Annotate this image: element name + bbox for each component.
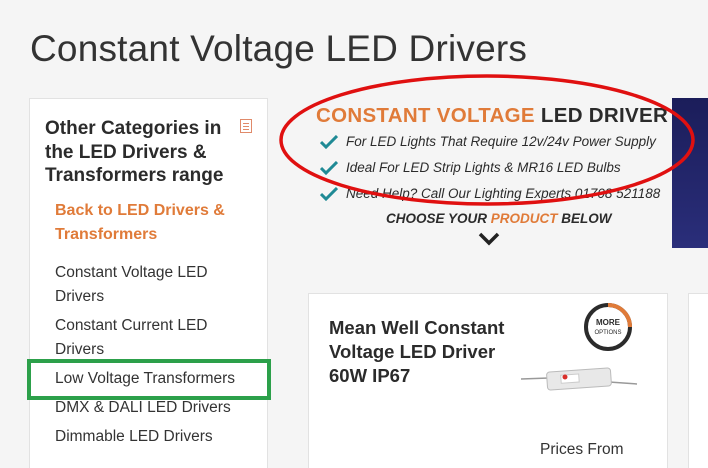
chevron-down-icon[interactable] xyxy=(478,232,500,246)
sidebar-heading: Other Categories in the LED Drivers & Tr… xyxy=(45,118,224,186)
product-card-next[interactable] xyxy=(688,293,708,468)
more-options-text-1: MORE xyxy=(596,318,621,327)
category-item-dimmable[interactable]: Dimmable LED Drivers xyxy=(55,425,260,449)
category-item-constant-current[interactable]: Constant Current LED Drivers xyxy=(55,314,260,362)
choose-product-text: CHOOSE YOUR PRODUCT BELOW xyxy=(386,211,612,226)
choose-text-1: CHOOSE YOUR xyxy=(386,211,491,226)
collapse-icon[interactable] xyxy=(240,119,252,133)
page-title: Constant Voltage LED Drivers xyxy=(30,28,528,69)
more-options-text-2: OPTIONS xyxy=(594,330,621,336)
back-link[interactable]: Back to LED Drivers & Transformers xyxy=(55,199,255,247)
highlight-box-green xyxy=(27,359,271,400)
more-options-icon[interactable]: MORE OPTIONS xyxy=(583,302,633,352)
product-image[interactable] xyxy=(519,354,639,404)
highlight-ellipse-red xyxy=(279,74,695,206)
prices-from-label: Prices From xyxy=(540,441,624,458)
product-card[interactable]: Mean Well Constant Voltage LED Driver 60… xyxy=(308,293,668,468)
choose-text-accent: PRODUCT xyxy=(490,211,558,226)
choose-text-2: BELOW xyxy=(557,211,612,226)
category-list: Constant Voltage LED Drivers Constant Cu… xyxy=(55,261,260,454)
category-sidebar: Other Categories in the LED Drivers & Tr… xyxy=(29,98,268,468)
category-item-constant-voltage[interactable]: Constant Voltage LED Drivers xyxy=(55,261,260,309)
product-name[interactable]: Mean Well Constant Voltage LED Driver 60… xyxy=(329,316,509,388)
